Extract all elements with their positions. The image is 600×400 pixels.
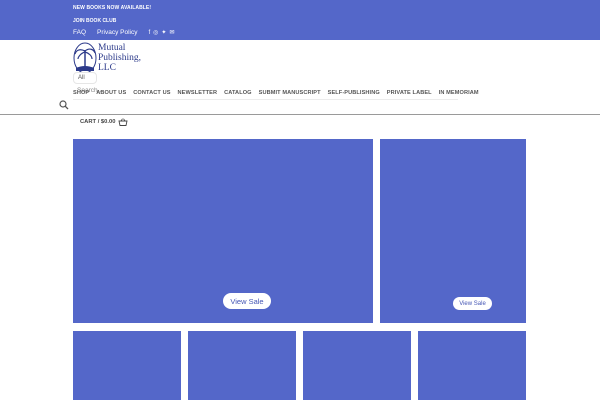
product-tile[interactable] <box>188 331 296 400</box>
product-tile[interactable] <box>73 331 181 400</box>
nav-item-catalog[interactable]: CATALOG <box>224 90 252 96</box>
nav-item-in-memoriam[interactable]: IN MEMORIAM <box>439 90 479 96</box>
social-links: f ◎ ✦ ✉ <box>148 30 174 36</box>
join-book-club-link[interactable]: JOIN BOOK CLUB <box>73 18 116 24</box>
privacy-policy-link[interactable]: Privacy Policy <box>97 29 137 36</box>
announcement-text[interactable]: NEW BOOKS NOW AVAILABLE! <box>73 5 151 11</box>
main-nav: SHOP ABOUT US CONTACT US NEWSLETTER CATA… <box>73 90 479 96</box>
nav-item-shop[interactable]: SHOP <box>73 90 89 96</box>
nav-item-newsletter[interactable]: NEWSLETTER <box>178 90 218 96</box>
nav-item-private-label[interactable]: PRIVATE LABEL <box>387 90 432 96</box>
basket-icon <box>118 118 129 126</box>
cart-link[interactable]: CART / $0.00 <box>80 118 129 126</box>
nav-underline <box>73 99 458 100</box>
cart-label: CART / $0.00 <box>80 119 116 125</box>
logo-text: Mutual Publishing, LLC <box>98 43 142 73</box>
view-sale-button[interactable]: View Sale <box>223 293 271 309</box>
site-logo[interactable]: Mutual Publishing, LLC <box>73 41 153 75</box>
sale-banner-side[interactable]: View Sale <box>380 139 526 323</box>
category-select[interactable]: All <box>73 72 97 84</box>
product-tile[interactable] <box>418 331 526 400</box>
sale-banner-main[interactable]: View Sale <box>73 139 373 323</box>
nav-item-self-publishing[interactable]: SELF-PUBLISHING <box>328 90 380 96</box>
view-sale-button[interactable]: View Sale <box>453 297 492 310</box>
faq-link[interactable]: FAQ <box>73 29 86 36</box>
top-links: FAQ Privacy Policy f ◎ ✦ ✉ <box>73 29 174 36</box>
top-bar: NEW BOOKS NOW AVAILABLE! JOIN BOOK CLUB … <box>0 0 600 40</box>
instagram-icon[interactable]: ◎ <box>153 30 158 36</box>
facebook-icon[interactable]: f <box>148 30 150 36</box>
search-icon[interactable] <box>59 100 69 110</box>
nav-item-about-us[interactable]: ABOUT US <box>96 90 126 96</box>
nav-item-contact-us[interactable]: CONTACT US <box>133 90 170 96</box>
twitter-icon[interactable]: ✦ <box>161 30 166 36</box>
header-divider <box>0 114 600 115</box>
product-tile[interactable] <box>303 331 411 400</box>
email-icon[interactable]: ✉ <box>169 30 174 36</box>
nav-item-submit-manuscript[interactable]: SUBMIT MANUSCRIPT <box>259 90 321 96</box>
